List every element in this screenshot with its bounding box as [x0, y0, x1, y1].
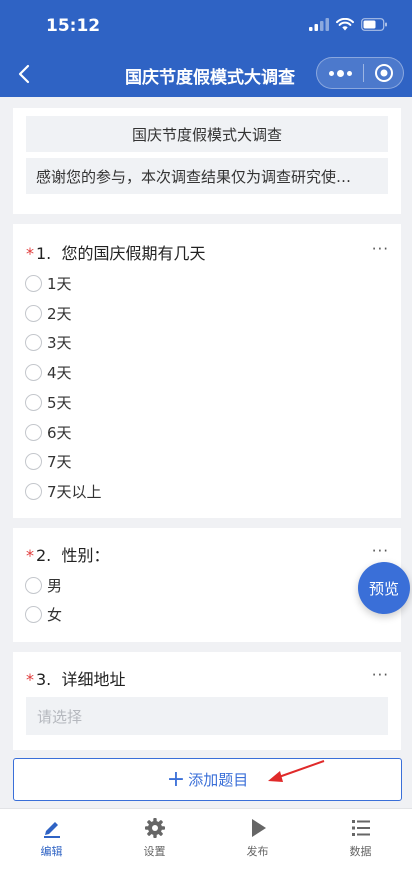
- back-button[interactable]: [12, 60, 36, 88]
- preview-button[interactable]: 预览: [358, 562, 410, 614]
- option-4[interactable]: 4天: [25, 360, 72, 384]
- settings-icon: [144, 818, 165, 838]
- close-miniprogram-button[interactable]: [364, 58, 403, 88]
- survey-intro-card[interactable]: 国庆节度假模式大调查 感谢您的参与，本次调查结果仅为调查研究使…: [13, 108, 401, 214]
- option-label: 4天: [47, 363, 72, 382]
- add-question-button[interactable]: + 添加题目: [13, 758, 402, 801]
- radio-button[interactable]: [25, 576, 42, 594]
- option-label: 7天以上: [47, 482, 102, 501]
- signal-icon: [309, 18, 329, 31]
- question-number: 1.: [36, 244, 52, 263]
- more-menu-button[interactable]: [317, 58, 363, 88]
- more-dot-icon: [336, 69, 344, 77]
- question-title: * 2. 性别：: [26, 542, 109, 566]
- target-circle-icon: [374, 64, 393, 82]
- add-question-label: 添加题目: [188, 771, 249, 789]
- more-dot-icon: [346, 70, 352, 76]
- option-label: 3天: [47, 333, 72, 352]
- question-title: * 1. 您的国庆假期有几天: [26, 240, 205, 264]
- option-2[interactable]: 2天: [25, 301, 72, 325]
- tab-label: 编辑: [40, 845, 63, 858]
- option-5[interactable]: 5天: [25, 390, 72, 414]
- radio-button[interactable]: [25, 605, 42, 623]
- radio-button[interactable]: [25, 274, 42, 292]
- wifi-icon: [336, 18, 354, 31]
- option-2[interactable]: 女: [25, 602, 62, 626]
- survey-description[interactable]: 感谢您的参与，本次调查结果仅为调查研究使…: [26, 158, 388, 194]
- option-1[interactable]: 男: [25, 573, 62, 597]
- radio-button[interactable]: [25, 482, 42, 500]
- option-7[interactable]: 7天: [25, 449, 72, 473]
- radio-button[interactable]: [25, 363, 42, 381]
- option-label: 女: [47, 605, 63, 624]
- page-title: 国庆节度假模式大调查: [125, 68, 295, 88]
- option-label: 5天: [47, 393, 72, 412]
- chevron-left-icon: [18, 64, 30, 84]
- required-mark: *: [26, 244, 34, 263]
- miniprogram-capsule: [316, 57, 404, 89]
- radio-button[interactable]: [25, 423, 42, 441]
- status-time: 15:12: [46, 16, 101, 36]
- data-list-icon: [351, 820, 370, 836]
- option-3[interactable]: 3天: [25, 330, 72, 354]
- tab-publish[interactable]: 发布: [206, 809, 309, 873]
- question-text: 您的国庆假期有几天: [61, 244, 206, 263]
- option-6[interactable]: 6天: [25, 420, 72, 444]
- publish-icon: [251, 819, 266, 837]
- tab-data[interactable]: 数据: [309, 809, 412, 873]
- required-mark: *: [26, 670, 34, 689]
- question-title: * 3. 详细地址: [26, 666, 125, 690]
- question-text: 性别：: [61, 546, 110, 565]
- tab-settings[interactable]: 设置: [103, 809, 206, 873]
- radio-button[interactable]: [25, 393, 42, 411]
- address-select-input[interactable]: 请选择: [26, 697, 388, 735]
- option-label: 2天: [47, 304, 72, 323]
- option-label: 7天: [47, 452, 72, 471]
- option-label: 男: [47, 576, 63, 595]
- question-number: 3.: [36, 670, 52, 689]
- question-card-1[interactable]: * 1. 您的国庆假期有几天 ··· 1天 2天 3天 4天 5天 6天 7天 7…: [13, 224, 401, 518]
- question-more-button[interactable]: ···: [372, 542, 389, 560]
- question-more-button[interactable]: ···: [372, 666, 389, 684]
- option-8[interactable]: 7天以上: [25, 479, 102, 503]
- more-dot-icon: [328, 70, 334, 76]
- question-card-3[interactable]: * 3. 详细地址 ··· 请选择: [13, 652, 401, 750]
- battery-icon: [361, 18, 387, 31]
- tab-label: 数据: [349, 845, 372, 858]
- option-1[interactable]: 1天: [25, 271, 72, 295]
- radio-button[interactable]: [25, 304, 42, 322]
- question-card-2[interactable]: * 2. 性别： ··· 男 女: [13, 528, 401, 642]
- question-number: 2.: [36, 546, 52, 565]
- option-label: 1天: [47, 274, 72, 293]
- app-header: 15:12 国庆节度假模式大调查: [0, 0, 412, 97]
- radio-button[interactable]: [25, 333, 42, 351]
- plus-icon: +: [166, 766, 186, 792]
- tab-label: 设置: [143, 845, 166, 858]
- tab-edit[interactable]: 编辑: [0, 809, 103, 873]
- option-label: 6天: [47, 423, 72, 442]
- bottom-tab-bar: 编辑 设置 发布 数据: [0, 808, 412, 873]
- required-mark: *: [26, 546, 34, 565]
- question-text: 详细地址: [61, 670, 126, 689]
- status-icons: [309, 18, 388, 31]
- survey-title[interactable]: 国庆节度假模式大调查: [26, 116, 388, 152]
- question-more-button[interactable]: ···: [372, 240, 389, 258]
- radio-button[interactable]: [25, 452, 42, 470]
- tab-label: 发布: [246, 845, 269, 858]
- edit-icon: [43, 822, 60, 838]
